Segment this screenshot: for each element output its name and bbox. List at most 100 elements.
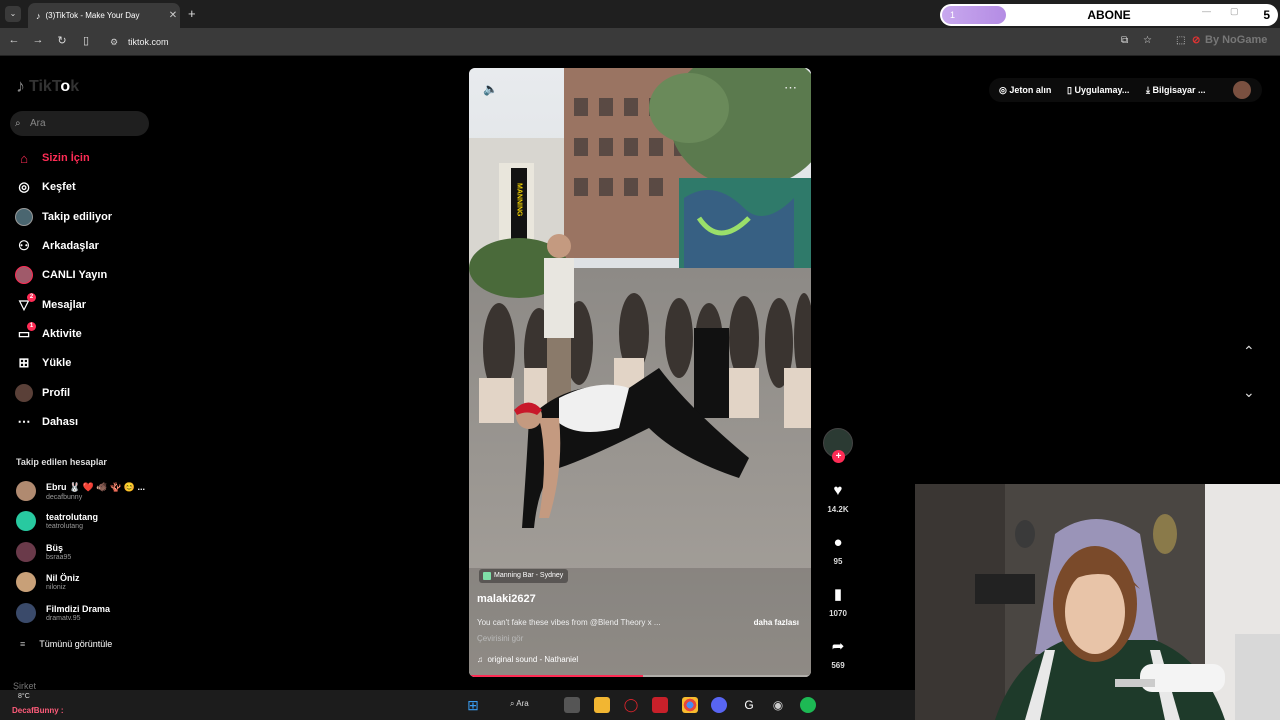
file-explorer-icon[interactable] [594,697,610,713]
nav-for-you[interactable]: ⌂ Sizin İçin [14,147,90,169]
pc-app-button[interactable]: ⤓ Bilgisayar ... [1146,78,1206,102]
chrome-icon[interactable] [682,697,698,713]
save-button[interactable]: ▮ 1070 [823,584,853,618]
video-author[interactable]: malaki2627 [477,593,536,605]
extensions-icon[interactable]: ⬚ [1176,35,1185,46]
nav-messages[interactable]: ▽ 2 Mesajlar [14,293,87,316]
tiktok-logo[interactable]: ♪ TikTok [16,76,79,97]
location-icon [483,572,491,580]
comment-icon: ● [833,534,843,551]
back-icon[interactable]: ← [6,34,22,46]
like-button[interactable]: ♥ 14.2K [823,480,853,514]
weather-widget[interactable]: 8°C [18,693,30,700]
reload-icon[interactable]: ↻ [54,34,70,47]
get-coins-label: Jeton alın [1009,85,1052,95]
see-all-following-button[interactable]: ≡ Tümünü görüntüle [20,639,112,649]
followed-account[interactable]: Nil Öniz niloniz [16,572,80,592]
maximize-icon[interactable]: ▢ [1230,6,1239,17]
obs-mixer-icon[interactable] [652,697,668,713]
coin-icon: ◎ [999,85,1007,95]
phone-icon: ▯ [1067,85,1072,95]
subscriber-goal-overlay: 1 ABONE — ▢ 5 [940,4,1278,26]
webcam-overlay [915,484,1280,720]
home-icon: ⌂ [20,150,28,166]
taskbar-search-label: Ara [516,699,529,708]
user-avatar[interactable] [1233,81,1251,99]
download-icon: ⤓ [1146,85,1150,95]
mute-icon[interactable]: 🔈 [483,82,498,96]
minimize-icon[interactable]: — [1202,6,1211,16]
sidepanel-icon[interactable]: ▯ [78,34,94,47]
account-name: Filmdizi Drama [46,604,111,614]
tab-search-button[interactable]: ⌄ [5,6,21,22]
next-video-chevron-down-icon[interactable]: ⌄ [1243,384,1255,401]
followed-account[interactable]: teatrolutang teatrolutang [16,511,98,531]
nav-label: CANLI Yayın [42,269,108,281]
subscriber-goal-label: ABONE [1087,8,1131,22]
subscriber-goal-count: 5 [1263,8,1270,22]
spotify-icon[interactable] [800,697,816,713]
discord-icon[interactable] [711,697,727,713]
nav-more[interactable]: ⋯ Dahası [14,411,79,433]
nav-label: Aktivite [42,328,82,340]
task-view-icon[interactable] [564,697,580,713]
taskbar-search[interactable]: ⌕ Ara [510,699,529,709]
nav-explore[interactable]: ◎ Keşfet [14,176,75,198]
new-tab-button[interactable]: + [188,6,196,21]
location-tag[interactable]: Manning Bar - Sydney [479,569,569,583]
search-input[interactable]: ⌕ Ara [10,111,149,136]
nav-friends[interactable]: ⚇ Arkadaşlar [14,235,99,257]
nav-live[interactable]: CANLI Yayın [14,264,107,286]
nav-label: Mesajlar [42,299,87,311]
following-accounts-title: Takip edilen hesaplar [16,457,107,467]
browser-tab[interactable]: ♪ (3)TikTok - Make Your Day ✕ [28,3,180,28]
video-more-icon[interactable]: ⋯ [784,80,797,96]
get-app-label: Uygulamay... [1074,85,1130,95]
more-icon: ⋯ [17,414,31,429]
list-icon: ≡ [20,639,26,649]
follow-plus-icon[interactable]: + [832,450,845,463]
video-progress-bar[interactable] [469,675,811,677]
get-app-button[interactable]: ▯ Uygulamay... [1067,78,1129,102]
obs-icon[interactable]: ◉ [770,697,786,713]
music-note-icon: ♫ [477,655,483,664]
nogame-extension-icon[interactable]: ⊘ [1192,35,1200,46]
video-player[interactable]: MANNING 🔈 ⋯ Manning Bar - Sydney malaki2… [469,68,811,677]
windows-taskbar: ⊞ ◯ G ◉ [0,690,915,720]
followed-account[interactable]: Ebru 🐰 ❤️ 🐗 🪸 😊 ... decafbunny [16,481,145,501]
account-avatar [16,572,36,592]
nav-upload[interactable]: ⊞ Yükle [14,352,72,374]
account-name: Ebru 🐰 ❤️ 🐗 🪸 😊 ... [46,481,146,492]
pc-app-label: Bilgisayar ... [1152,85,1206,95]
logo-text: TikTok [29,77,80,95]
get-coins-button[interactable]: ◎ Jeton alın [999,78,1051,102]
live-icon [14,265,34,285]
followed-account[interactable]: Filmdizi Drama dramatv.95 [16,603,110,623]
bookmark-star-icon[interactable]: ☆ [1143,35,1152,46]
app-g-icon[interactable]: G [741,697,757,713]
tiktok-favicon-icon: ♪ [36,10,41,21]
tab-close-button[interactable]: ✕ [166,10,180,21]
account-handle: bsraa95 [46,554,72,561]
forward-icon[interactable]: → [30,34,46,46]
video-progress-fill [469,675,644,677]
followed-account[interactable]: Büş bsraa95 [16,542,71,562]
opera-icon[interactable]: ◯ [623,697,639,713]
sound-link[interactable]: ♫ original sound - Nathaniel [477,655,578,664]
translate-link[interactable]: Çevirisini gör [477,634,523,643]
like-count: 14.2K [827,505,849,514]
share-button[interactable]: ➦ 569 [823,636,853,670]
extension-text: By NoGame [1205,34,1268,46]
nav-activity[interactable]: ▭ 1 Aktivite [14,322,82,345]
activity-badge: 1 [27,322,36,331]
address-bar[interactable]: ⚙ tiktok.com [103,32,983,52]
comment-button[interactable]: ● 95 [823,532,853,566]
install-app-icon[interactable]: ⧉ [1121,35,1128,46]
caption-more-link[interactable]: daha fazlası [754,618,799,627]
account-avatar [16,481,36,501]
windows-start-icon[interactable]: ⊞ [465,697,481,713]
site-info-icon[interactable]: ⚙ [110,32,118,52]
previous-video-chevron-up-icon[interactable]: ⌃ [1243,343,1255,360]
nav-profile[interactable]: Profil [14,382,70,404]
nav-following[interactable]: Takip ediliyor [14,206,112,228]
